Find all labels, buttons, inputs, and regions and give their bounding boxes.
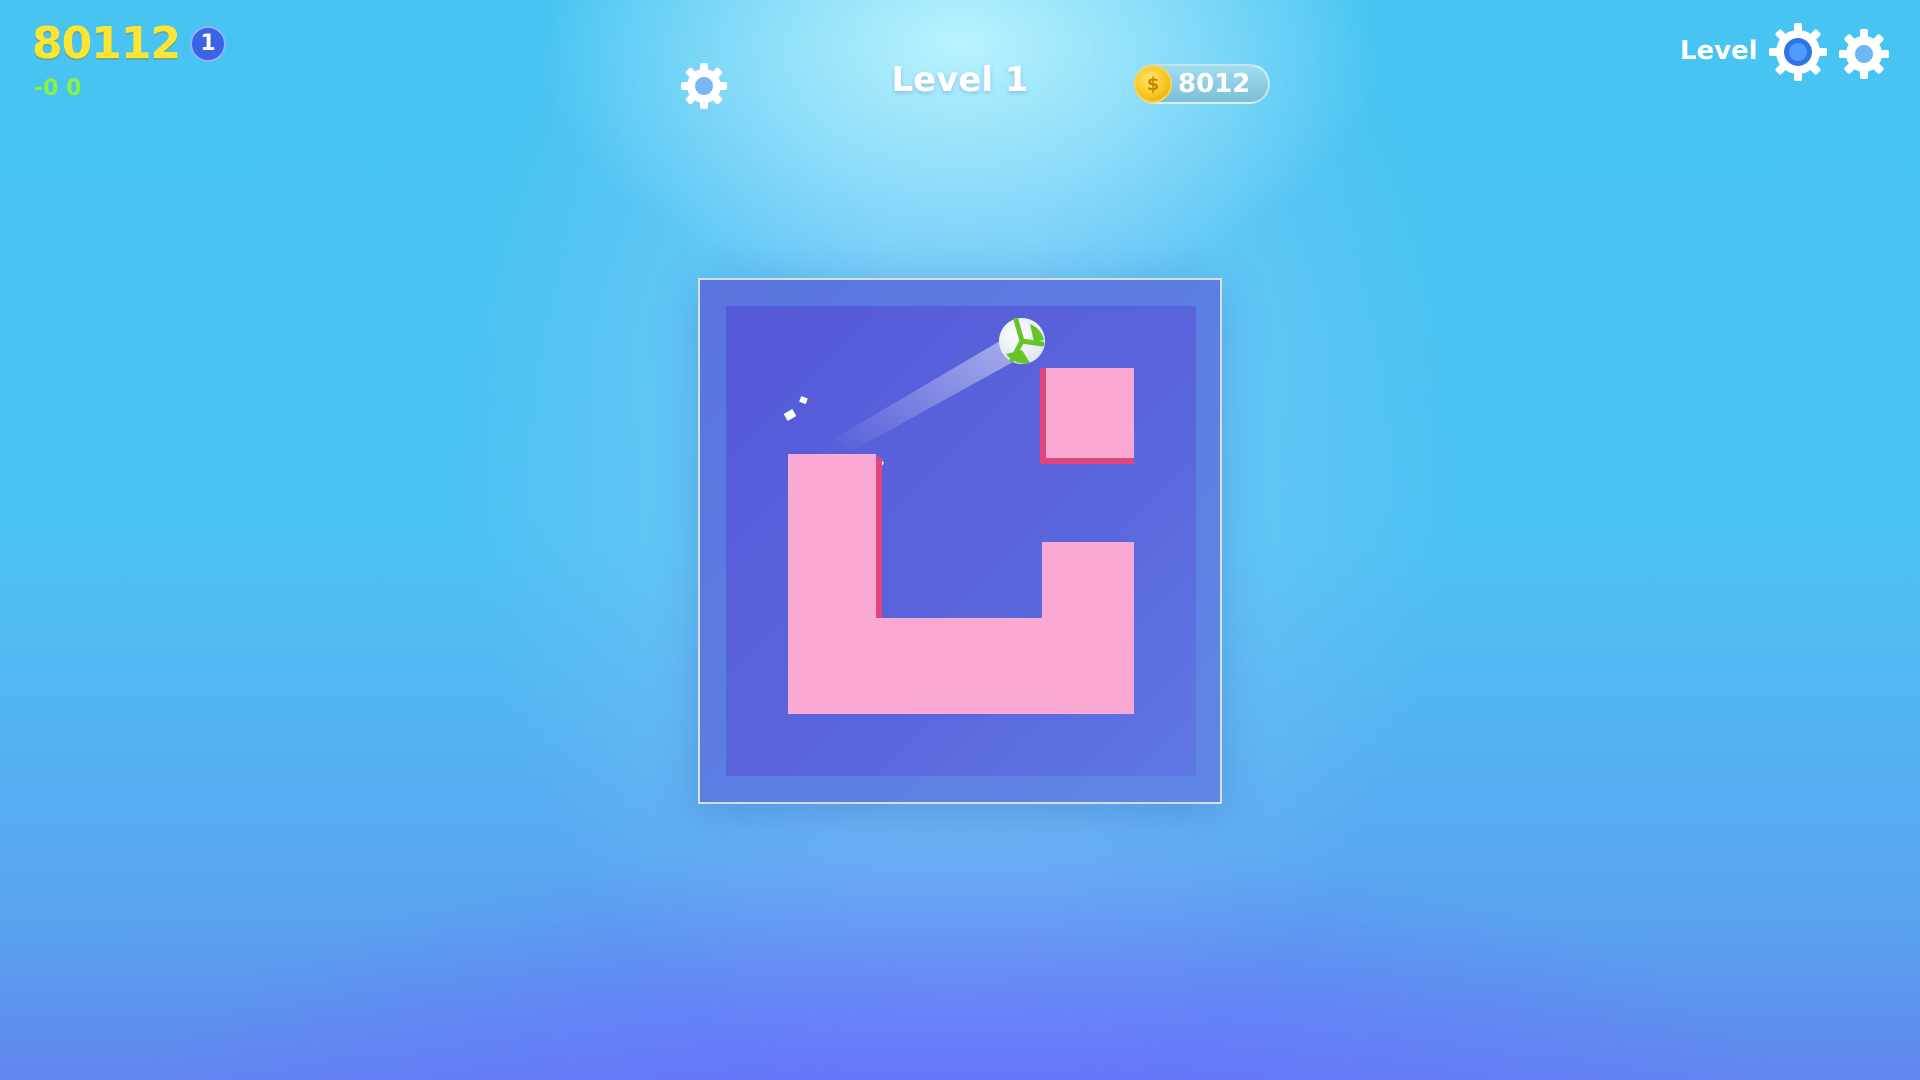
coin-counter[interactable]: $ 8012 (1134, 64, 1270, 104)
u-block-edge (876, 456, 1046, 624)
debris-particle (783, 409, 797, 421)
game-board[interactable] (698, 278, 1222, 804)
coin-value: 8012 (1178, 69, 1251, 99)
game-screen: 80112 1 -0 0 Level 1 $ 8012 Level (0, 0, 1920, 1080)
debris-particle (799, 396, 808, 405)
settings-button[interactable] (678, 60, 730, 112)
settings-button-right[interactable] (1836, 26, 1892, 82)
coin-symbol: $ (1146, 73, 1160, 95)
level-title: Level 1 (891, 60, 1029, 100)
gear-icon (1839, 29, 1889, 79)
u-block (788, 454, 1134, 714)
level-progress-indicator (1766, 20, 1830, 84)
gear-icon (681, 63, 727, 109)
score-badge: 1 (190, 25, 227, 62)
board-scene (783, 317, 1134, 714)
score-value: 80112 (32, 18, 181, 69)
ball (999, 317, 1045, 364)
level-label-small: Level (1680, 36, 1758, 66)
coin-icon: $ (1134, 65, 1172, 103)
score-display: 80112 1 (32, 18, 227, 69)
square-block (1046, 368, 1134, 458)
gear-ring-icon (1769, 23, 1827, 81)
sub-score: -0 0 (34, 76, 82, 101)
ball-trail (835, 335, 1024, 452)
